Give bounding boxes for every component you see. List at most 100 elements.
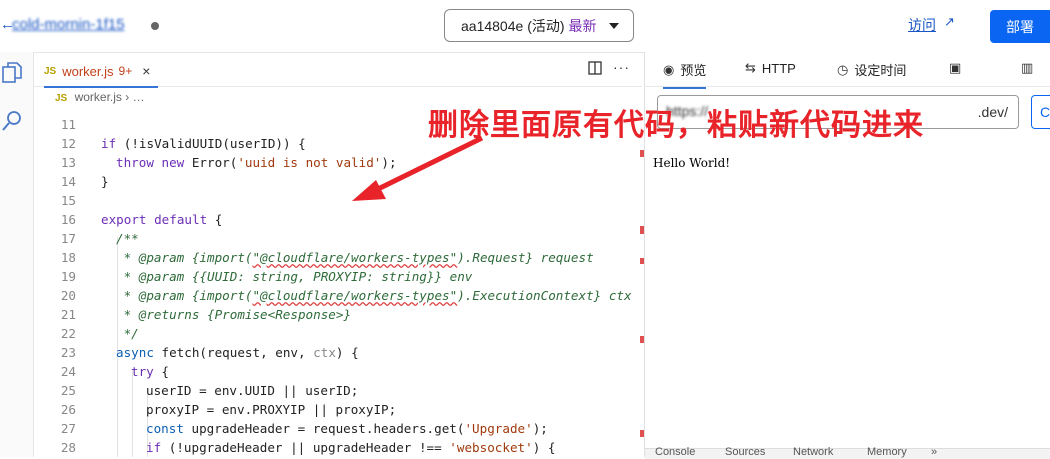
url-suffix: .dev/ xyxy=(977,104,1008,120)
line-number: 28 xyxy=(60,440,76,455)
version-id: aa14804e xyxy=(461,17,524,34)
tab-console[interactable]: Console xyxy=(655,446,695,458)
tab-terminal[interactable]: ▣ xyxy=(949,60,967,76)
code-text: */ xyxy=(116,326,139,341)
code-text: throw new Error('uuid is not valid'); xyxy=(116,155,397,170)
code-text: if (!upgradeHeader || upgradeHeader !== … xyxy=(146,440,556,455)
tab-worker-js[interactable]: JS worker.js 9+ × xyxy=(44,56,159,88)
code-line: 14} xyxy=(34,172,632,191)
line-number: 22 xyxy=(60,326,76,341)
chevron-down-icon xyxy=(609,23,619,29)
close-icon[interactable]: × xyxy=(142,63,150,79)
annotation-text: 删除里面原有代码，粘贴新代码进来 xyxy=(428,109,924,142)
preview-tab-bar: ◉ 预览 ⇆ HTTP ◷ 设定时间 ▣ ▥ xyxy=(645,52,1050,89)
code-line: 19 * @param {{UUID: string, PROXYIP: str… xyxy=(34,267,632,286)
tab-label: HTTP xyxy=(761,60,796,76)
tab-label: 预览 xyxy=(680,63,707,78)
code-line: 24 try { xyxy=(34,362,632,381)
unsaved-dot-icon xyxy=(151,22,159,30)
line-number: 20 xyxy=(60,288,76,303)
line-number: 27 xyxy=(60,421,76,436)
version-select[interactable]: aa14804e (活动) 最新 xyxy=(444,9,634,42)
line-number: 21 xyxy=(60,307,76,322)
code-line: 27 const upgradeHeader = request.headers.… xyxy=(34,419,632,438)
code-text: userID = env.UUID || userID; xyxy=(146,383,359,398)
breadcrumb-sep: › … xyxy=(125,90,145,104)
code-text: /** xyxy=(116,231,139,246)
search-icon[interactable] xyxy=(2,110,22,132)
tab-http[interactable]: ⇆ HTTP xyxy=(745,60,796,76)
code-line: 13 throw new Error('uuid is not valid'); xyxy=(34,153,632,172)
javascript-file-icon: JS xyxy=(44,65,57,77)
line-number: 23 xyxy=(60,345,76,360)
tab-preview[interactable]: ◉ 预览 xyxy=(663,60,707,89)
tab-schedule[interactable]: ◷ 设定时间 xyxy=(837,60,906,79)
code-text: * @param {import("@cloudflare/workers-ty… xyxy=(116,250,594,265)
refresh-button[interactable]: C xyxy=(1031,95,1050,129)
line-number: 24 xyxy=(60,364,76,379)
code-text: proxyIP = env.PROXYIP || proxyIP; xyxy=(146,402,397,417)
deploy-button[interactable]: 部署 xyxy=(990,10,1050,43)
line-number: 25 xyxy=(60,383,76,398)
problem-count-badge: 9+ xyxy=(118,64,133,78)
tab-memory[interactable]: Memory xyxy=(867,446,907,458)
code-text: const upgradeHeader = request.headers.ge… xyxy=(146,421,548,436)
code-text: try { xyxy=(131,364,169,379)
version-latest-badge: 最新 xyxy=(568,17,597,34)
code-text: if (!isValidUUID(userID)) { xyxy=(101,136,306,151)
external-link-icon[interactable]: ↗ xyxy=(944,14,955,30)
visit-link[interactable]: 访问 xyxy=(908,15,936,35)
code-text: async fetch(request, env, ctx) { xyxy=(116,345,359,360)
line-number: 15 xyxy=(60,193,76,208)
line-number: 19 xyxy=(60,269,76,284)
panel-layout-button[interactable]: ▥ xyxy=(1021,60,1039,76)
breadcrumb-file[interactable]: worker.js xyxy=(75,90,122,104)
tab-filename: worker.js xyxy=(62,63,114,79)
worker-name-link[interactable]: cold-mornin-1f15 xyxy=(12,16,125,33)
preview-output: Hello World! xyxy=(653,156,731,170)
code-text: * @returns {Promise<Response>} xyxy=(116,307,352,322)
arrows-icon: ⇆ xyxy=(745,60,756,75)
devtools-tab-bar: Console Sources Network Memory » xyxy=(645,446,1050,459)
code-line: 23 async fetch(request, env, ctx) { xyxy=(34,343,632,362)
line-number: 12 xyxy=(60,136,76,151)
explorer-files-icon[interactable] xyxy=(2,62,22,84)
code-line: 17 /** xyxy=(34,229,632,248)
line-number: 18 xyxy=(60,250,76,265)
clock-icon: ◷ xyxy=(837,61,849,77)
breadcrumb: JS worker.js › … xyxy=(55,90,145,104)
code-line: 20 * @param {import("@cloudflare/workers… xyxy=(34,286,632,305)
code-line: 22 */ xyxy=(34,324,632,343)
activity-bar xyxy=(0,52,34,457)
tab-label: 设定时间 xyxy=(854,63,907,78)
line-number: 26 xyxy=(60,402,76,417)
terminal-icon: ▣ xyxy=(949,60,962,75)
line-number: 14 xyxy=(60,174,76,189)
split-editor-icon[interactable] xyxy=(588,61,602,75)
code-line: 18 * @param {import("@cloudflare/workers… xyxy=(34,248,632,267)
code-text: } xyxy=(101,174,109,189)
code-text: * @param {{UUID: string, PROXYIP: string… xyxy=(116,269,473,284)
line-number: 11 xyxy=(60,117,76,132)
code-line: 16 export default { xyxy=(34,210,632,229)
line-number: 13 xyxy=(60,155,76,170)
code-text: export default { xyxy=(101,212,223,227)
tab-sources[interactable]: Sources xyxy=(725,446,765,458)
line-number: 17 xyxy=(60,231,76,246)
tab-network[interactable]: Network xyxy=(793,446,833,458)
more-actions-icon[interactable]: ··· xyxy=(613,59,630,75)
line-number: 16 xyxy=(60,212,76,227)
code-line: 26 proxyIP = env.PROXYIP || proxyIP; xyxy=(34,400,632,419)
code-line: 25 userID = env.UUID || userID; xyxy=(34,381,632,400)
javascript-file-icon: JS xyxy=(55,93,68,104)
editor-tab-bar: JS worker.js 9+ × ··· xyxy=(34,52,642,88)
sidebar-layout-icon: ▥ xyxy=(1021,60,1034,75)
more-tabs-icon[interactable]: » xyxy=(931,446,937,458)
code-text: * @param {import("@cloudflare/workers-ty… xyxy=(116,288,632,303)
code-editor[interactable]: 11 12 if (!isValidUUID(userID)) { 13 throw… xyxy=(34,115,632,457)
code-line: 15 xyxy=(34,191,632,210)
eye-icon: ◉ xyxy=(663,61,675,77)
code-line: 28 if (!upgradeHeader || upgradeHeader !=… xyxy=(34,438,632,457)
code-line: 21 * @returns {Promise<Response>} xyxy=(34,305,632,324)
top-bar: ← cold-mornin-1f15 aa14804e (活动) 最新 访问 ↗… xyxy=(0,0,1050,53)
